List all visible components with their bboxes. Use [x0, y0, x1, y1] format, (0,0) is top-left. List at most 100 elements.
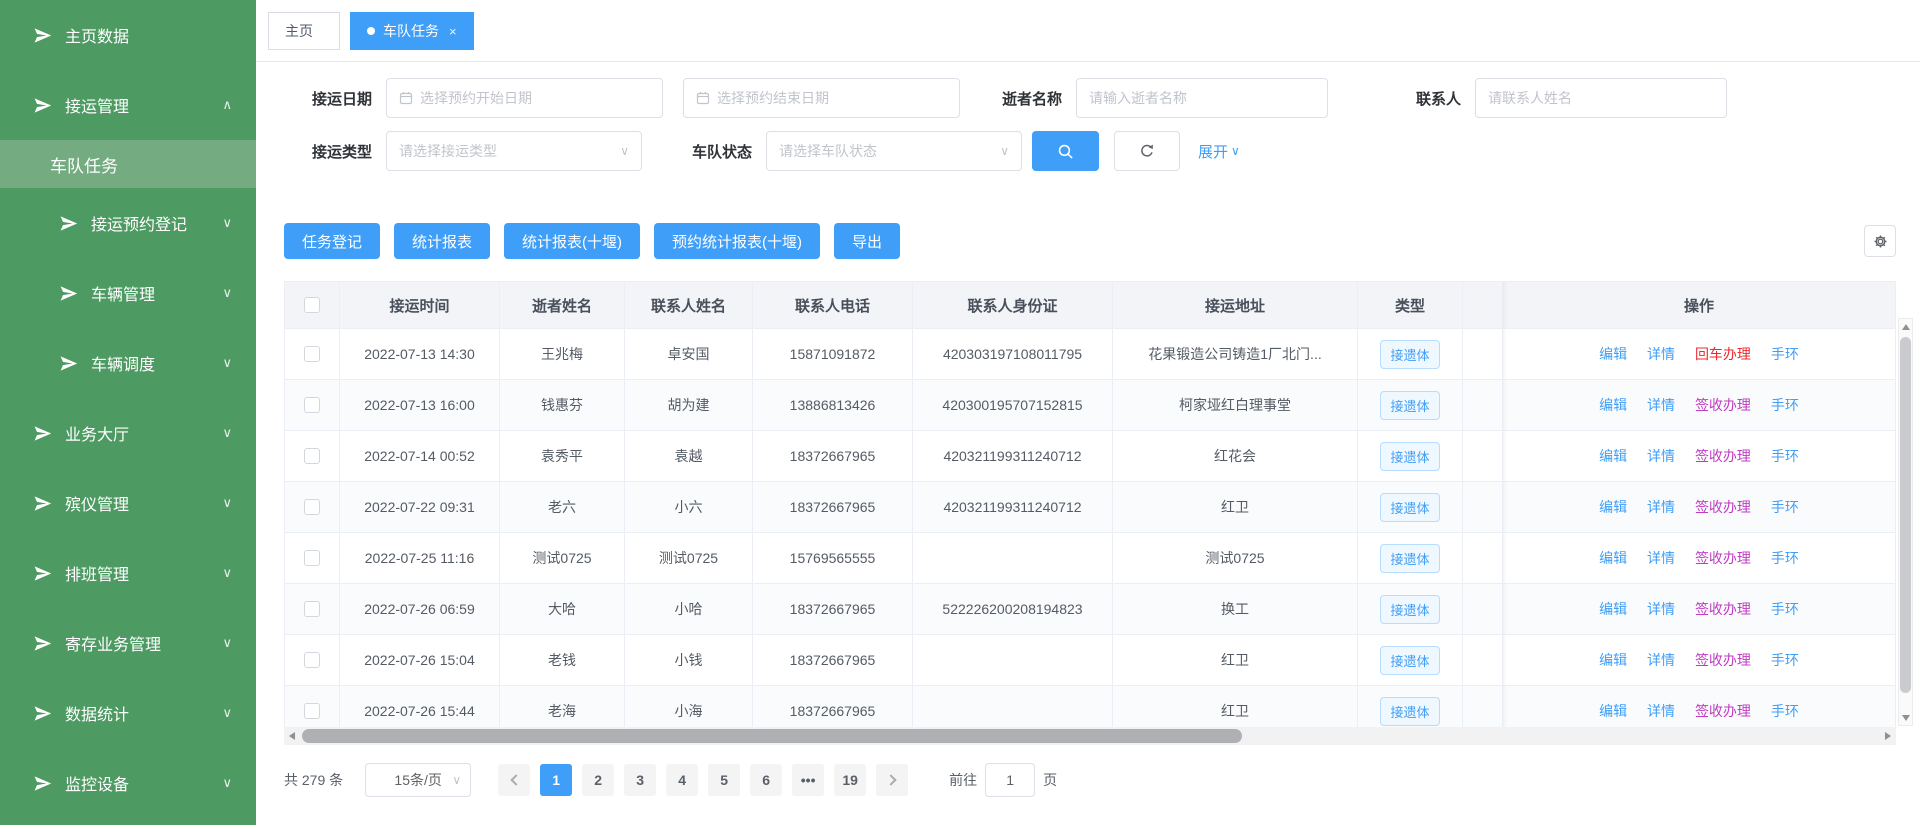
- page-button[interactable]: 2: [582, 764, 614, 796]
- page-button[interactable]: 4: [666, 764, 698, 796]
- page-size-select[interactable]: 15条/页 ∨: [365, 763, 471, 797]
- scroll-right-button[interactable]: [1880, 727, 1896, 745]
- sidebar-item[interactable]: 车辆调度 ∨: [0, 328, 256, 398]
- search-button[interactable]: [1032, 131, 1099, 171]
- sidebar-item[interactable]: 接运管理 ∧: [0, 70, 256, 140]
- sidebar-item[interactable]: 车队任务: [0, 140, 256, 188]
- page-button[interactable]: •••: [792, 764, 824, 796]
- row-checkbox[interactable]: [304, 448, 320, 464]
- page-button[interactable]: 3: [624, 764, 656, 796]
- page-button[interactable]: 19: [834, 764, 866, 796]
- process-link[interactable]: 签收办理: [1695, 652, 1751, 668]
- process-link[interactable]: 签收办理: [1695, 601, 1751, 617]
- toolbar-button[interactable]: 统计报表(十堰): [504, 223, 640, 259]
- sidebar-item[interactable]: 寄存业务管理 ∨: [0, 608, 256, 678]
- row-checkbox[interactable]: [304, 652, 320, 668]
- column-settings-button[interactable]: [1864, 225, 1896, 257]
- detail-link[interactable]: 详情: [1647, 448, 1675, 464]
- row-checkbox[interactable]: [304, 703, 320, 719]
- tab[interactable]: 车队任务 ×: [350, 12, 474, 50]
- wristband-link[interactable]: 手环: [1771, 346, 1799, 362]
- sidebar-item[interactable]: 监控设备 ∨: [0, 748, 256, 818]
- scroll-left-button[interactable]: [284, 727, 300, 745]
- toolbar-button[interactable]: 预约统计报表(十堰): [654, 223, 820, 259]
- process-link[interactable]: 签收办理: [1695, 499, 1751, 515]
- edit-link[interactable]: 编辑: [1599, 346, 1627, 362]
- cell-deceased-name: 测试0725: [500, 533, 625, 584]
- edit-link[interactable]: 编辑: [1599, 550, 1627, 566]
- detail-link[interactable]: 详情: [1647, 397, 1675, 413]
- date-start-input[interactable]: 选择预约开始日期: [386, 78, 663, 118]
- process-link[interactable]: 签收办理: [1695, 703, 1751, 719]
- process-link[interactable]: 签收办理: [1695, 448, 1751, 464]
- scroll-down-button[interactable]: [1899, 710, 1912, 725]
- edit-link[interactable]: 编辑: [1599, 601, 1627, 617]
- sidebar-item-label: 接运管理: [65, 93, 129, 117]
- wristband-link[interactable]: 手环: [1771, 448, 1799, 464]
- sidebar-item[interactable]: 接运预约登记 ∨: [0, 188, 256, 258]
- page-button[interactable]: 5: [708, 764, 740, 796]
- edit-link[interactable]: 编辑: [1599, 397, 1627, 413]
- sidebar-item[interactable]: 主页数据: [0, 0, 256, 70]
- deceased-name-input[interactable]: 请输入逝者名称: [1076, 78, 1328, 118]
- contact-input[interactable]: 请联系人姓名: [1475, 78, 1727, 118]
- sidebar-item[interactable]: 殡仪管理 ∨: [0, 468, 256, 538]
- fleet-status-select[interactable]: 请选择车队状态 ∨: [766, 131, 1022, 171]
- triangle-down-icon: [1902, 715, 1910, 721]
- sidebar-item[interactable]: 数据统计 ∨: [0, 678, 256, 748]
- row-checkbox[interactable]: [304, 346, 320, 362]
- cell-deceased-name: 王兆梅: [500, 329, 625, 380]
- vertical-scrollbar[interactable]: [1898, 318, 1913, 726]
- detail-link[interactable]: 详情: [1647, 601, 1675, 617]
- page-button[interactable]: 6: [750, 764, 782, 796]
- select-all-checkbox[interactable]: [304, 297, 320, 313]
- expand-link[interactable]: 展开 ∨: [1198, 141, 1240, 162]
- tab[interactable]: 主页: [268, 12, 340, 50]
- refresh-button[interactable]: [1114, 131, 1180, 171]
- sidebar-item[interactable]: 车辆管理 ∨: [0, 258, 256, 328]
- wristband-link[interactable]: 手环: [1771, 601, 1799, 617]
- process-link[interactable]: 签收办理: [1695, 550, 1751, 566]
- page-button[interactable]: 1: [540, 764, 572, 796]
- detail-link[interactable]: 详情: [1647, 703, 1675, 719]
- row-checkbox[interactable]: [304, 397, 320, 413]
- process-link[interactable]: 回车办理: [1695, 346, 1751, 362]
- toolbar-button[interactable]: 导出: [834, 223, 900, 259]
- edit-link[interactable]: 编辑: [1599, 499, 1627, 515]
- cell-type: 接遗体: [1358, 431, 1463, 482]
- date-end-input[interactable]: 选择预约结束日期: [683, 78, 960, 118]
- row-checkbox[interactable]: [304, 499, 320, 515]
- wristband-link[interactable]: 手环: [1771, 397, 1799, 413]
- edit-link[interactable]: 编辑: [1599, 652, 1627, 668]
- detail-link[interactable]: 详情: [1647, 550, 1675, 566]
- pickup-type-select[interactable]: 请选择接运类型 ∨: [386, 131, 642, 171]
- detail-link[interactable]: 详情: [1647, 652, 1675, 668]
- goto-page-input[interactable]: [985, 763, 1035, 797]
- edit-link[interactable]: 编辑: [1599, 703, 1627, 719]
- detail-link[interactable]: 详情: [1647, 499, 1675, 515]
- toolbar-button[interactable]: 任务登记: [284, 223, 380, 259]
- sidebar-item[interactable]: 排班管理 ∨: [0, 538, 256, 608]
- wristband-link[interactable]: 手环: [1771, 703, 1799, 719]
- row-checkbox[interactable]: [304, 601, 320, 617]
- row-select-cell: [285, 584, 340, 635]
- tab-close-icon[interactable]: ×: [449, 24, 457, 39]
- next-page-button[interactable]: [876, 764, 908, 796]
- row-select-cell: [285, 533, 340, 584]
- detail-link[interactable]: 详情: [1647, 346, 1675, 362]
- toolbar-button[interactable]: 统计报表: [394, 223, 490, 259]
- paper-plane-icon: [33, 494, 52, 513]
- horizontal-scrollbar[interactable]: [284, 727, 1896, 745]
- wristband-link[interactable]: 手环: [1771, 499, 1799, 515]
- sidebar-item[interactable]: 业务大厅 ∨: [0, 398, 256, 468]
- row-checkbox[interactable]: [304, 550, 320, 566]
- scroll-up-button[interactable]: [1899, 319, 1912, 334]
- search-icon: [1057, 143, 1074, 160]
- wristband-link[interactable]: 手环: [1771, 550, 1799, 566]
- prev-page-button[interactable]: [498, 764, 530, 796]
- process-link[interactable]: 签收办理: [1695, 397, 1751, 413]
- wristband-link[interactable]: 手环: [1771, 652, 1799, 668]
- horizontal-scrollbar-thumb[interactable]: [302, 729, 1242, 743]
- edit-link[interactable]: 编辑: [1599, 448, 1627, 464]
- vertical-scrollbar-thumb[interactable]: [1900, 337, 1911, 693]
